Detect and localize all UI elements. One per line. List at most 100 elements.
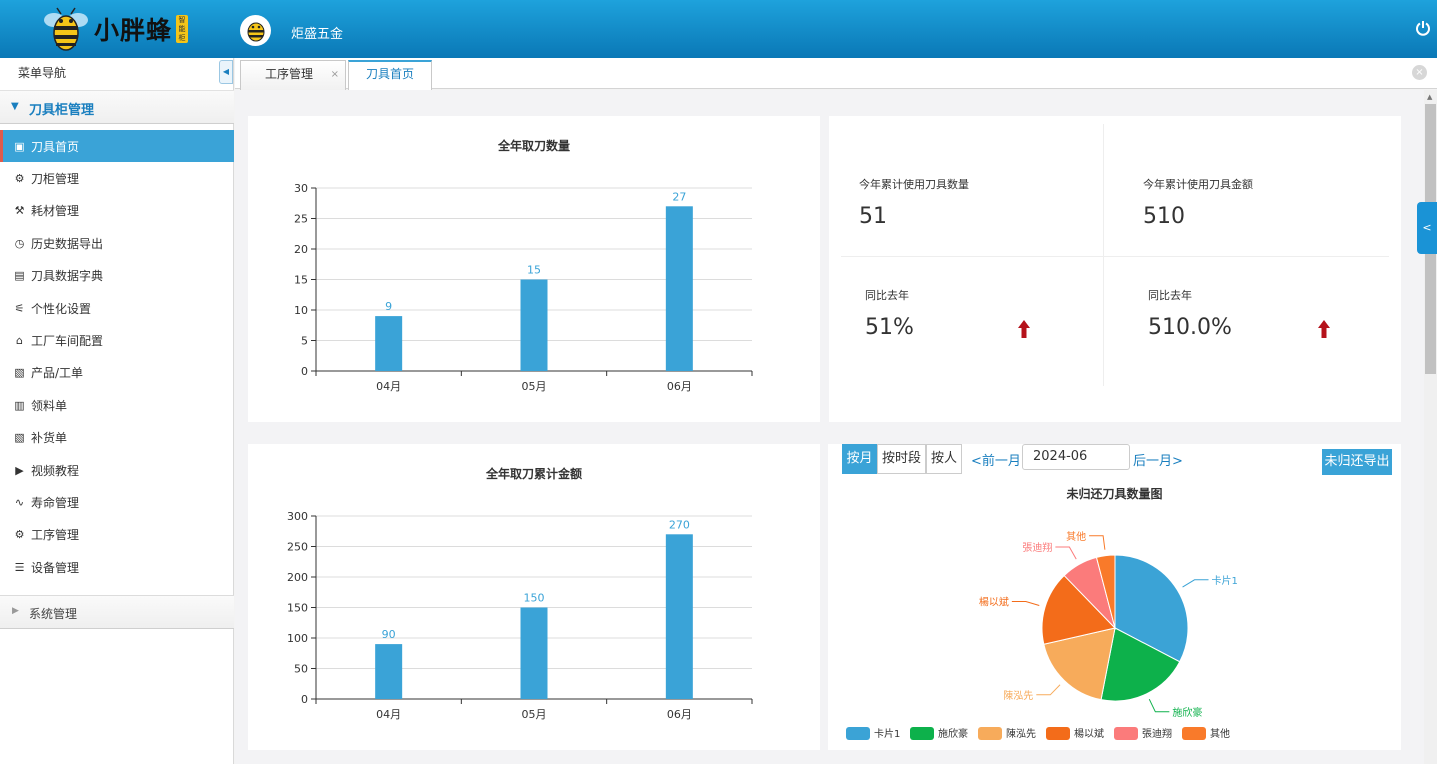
bar-value-label: 150: [524, 592, 545, 605]
legend-swatch[interactable]: [1046, 727, 1070, 740]
bar[interactable]: [520, 279, 548, 372]
y-tick-label: 5: [301, 335, 308, 348]
y-tick-label: 250: [287, 541, 308, 554]
vertical-scrollbar[interactable]: ▲: [1424, 90, 1437, 764]
bar-chart-qty: 0 5 10 15 20 25 30 9 04月 15 05月 27 06月: [294, 182, 753, 393]
x-tick-label: 05月: [522, 708, 547, 721]
legend-label[interactable]: 施欣豪: [938, 727, 968, 740]
logo[interactable]: 小胖蜂 智能柜: [40, 6, 189, 52]
y-tick-label: 50: [294, 663, 308, 676]
close-icon[interactable]: ×: [331, 61, 339, 88]
legend-swatch[interactable]: [910, 727, 934, 740]
group-tool-cabinet[interactable]: ▼ 刀具柜管理: [0, 90, 234, 124]
sidebar-item-3[interactable]: ◷ 历史数据导出: [0, 227, 234, 259]
menu-title: 菜单导航: [18, 66, 67, 80]
y-tick-label: 15: [294, 274, 308, 287]
power-icon[interactable]: [1415, 20, 1431, 36]
doc-icon: ▧: [14, 366, 25, 380]
legend-swatch[interactable]: [1182, 727, 1206, 740]
stat-label: 同比去年: [1148, 289, 1192, 302]
pie-slice-label: 卡片1: [1212, 574, 1238, 587]
sidebar-item-13[interactable]: ☰ 设备管理: [0, 551, 234, 583]
legend-label[interactable]: 楊以斌: [1074, 728, 1104, 740]
x-tick-label: 05月: [522, 380, 547, 393]
x-tick-label: 06月: [667, 708, 692, 721]
bar-value-label: 27: [672, 190, 686, 203]
bee-logo-icon: [44, 7, 88, 51]
sidebar-item-label: 补货单: [31, 431, 68, 446]
bee-avatar-icon: [247, 22, 264, 41]
stat-label: 今年累计使用刀具数量: [859, 178, 969, 191]
bar-value-label: 270: [669, 518, 690, 531]
panel-stats: 今年累计使用刀具数量 51 今年累计使用刀具金额 510 同比去年 51% 同比…: [829, 116, 1401, 422]
pie-slice-label: 張迪翔: [1022, 541, 1052, 554]
trend-up-icon: [1018, 320, 1030, 338]
tools-icon: ⚒: [14, 204, 25, 218]
legend-swatch[interactable]: [846, 727, 870, 740]
sidebar-item-1[interactable]: ⚙ 刀柜管理: [0, 162, 234, 194]
scroll-up-icon[interactable]: ▲: [1427, 93, 1432, 101]
legend-label[interactable]: 卡片1: [874, 727, 900, 740]
y-tick-label: 200: [287, 571, 308, 584]
gear-icon: ⚙: [14, 171, 25, 185]
side-panel-toggle[interactable]: <: [1417, 202, 1437, 254]
sidebar-item-10[interactable]: ▶ 视频教程: [0, 454, 234, 486]
bar[interactable]: [375, 316, 403, 371]
pie-label-line: [1055, 546, 1077, 560]
sidebar-item-2[interactable]: ⚒ 耗材管理: [0, 195, 234, 227]
panel-yearly-qty: 全年取刀数量 0 5 10 15 20 25 30 9 04月 15 05月 27 06月: [248, 116, 820, 422]
stat-value: 51%: [865, 315, 914, 340]
x-tick-label: 04月: [376, 708, 401, 721]
pie-label-line: [1011, 601, 1040, 607]
divider: [841, 256, 1389, 257]
sidebar-item-4[interactable]: ▤ 刀具数据字典: [0, 260, 234, 292]
sidebar-item-8[interactable]: ▥ 领料单: [0, 389, 234, 421]
trend-up-icon: [1318, 320, 1330, 338]
sidebar-item-label: 个性化设置: [31, 301, 92, 316]
bar[interactable]: [375, 644, 403, 699]
stat-label: 同比去年: [865, 289, 909, 302]
sidebar-item-5[interactable]: ⚟ 个性化设置: [0, 292, 234, 324]
close-all-tabs-icon[interactable]: ×: [1412, 65, 1427, 80]
sidebar-collapse-button[interactable]: ◀: [219, 60, 233, 84]
y-tick-label: 300: [287, 510, 308, 523]
bar[interactable]: [665, 534, 693, 699]
y-tick-label: 100: [287, 632, 308, 645]
x-tick-label: 06月: [667, 380, 692, 393]
sliders-icon: ⚟: [14, 301, 25, 315]
y-tick-label: 0: [301, 365, 308, 378]
group-system[interactable]: ▶ 系统管理: [0, 595, 234, 629]
sidebar-item-0[interactable]: ▣ 刀具首页: [0, 130, 234, 162]
chart-line-icon: ∿: [14, 495, 25, 509]
y-tick-label: 10: [294, 304, 308, 317]
bar[interactable]: [665, 206, 693, 371]
company-avatar[interactable]: [240, 15, 271, 46]
pie-label-line: [1089, 535, 1106, 550]
tab-process[interactable]: 工序管理 ×: [240, 60, 346, 90]
legend-swatch[interactable]: [1114, 727, 1138, 740]
stat-value: 510.0%: [1148, 315, 1232, 340]
y-tick-label: 25: [294, 213, 308, 226]
sidebar-item-12[interactable]: ⚙ 工序管理: [0, 519, 234, 551]
legend-label[interactable]: 其他: [1210, 727, 1230, 740]
sidebar-item-label: 产品/工单: [31, 366, 84, 381]
book-icon: ▤: [14, 269, 25, 283]
play-icon: ▶: [15, 463, 24, 477]
sidebar-item-9[interactable]: ▧ 补货单: [0, 422, 234, 454]
y-tick-label: 30: [294, 182, 308, 195]
sidebar-item-11[interactable]: ∿ 寿命管理: [0, 486, 234, 518]
group-label: 系统管理: [29, 607, 78, 621]
pie-label-line: [1148, 698, 1170, 713]
sidebar-item-6[interactable]: ⌂ 工厂车间配置: [0, 324, 234, 356]
tab-tool-home[interactable]: 刀具首页: [348, 60, 432, 90]
legend-swatch[interactable]: [978, 727, 1002, 740]
company-name: 炬盛五金: [291, 27, 344, 42]
legend-label[interactable]: 陳泓先: [1006, 728, 1036, 740]
sidebar-item-label: 设备管理: [31, 560, 80, 575]
sidebar-item-7[interactable]: ▧ 产品/工单: [0, 357, 234, 389]
stat-amount: 今年累计使用刀具金额 510: [1143, 176, 1253, 229]
legend-label[interactable]: 張迪翔: [1142, 727, 1172, 740]
pie-slice-label: 其他: [1066, 530, 1086, 543]
brand-tag: 智能柜: [176, 15, 189, 43]
bar[interactable]: [520, 607, 548, 700]
